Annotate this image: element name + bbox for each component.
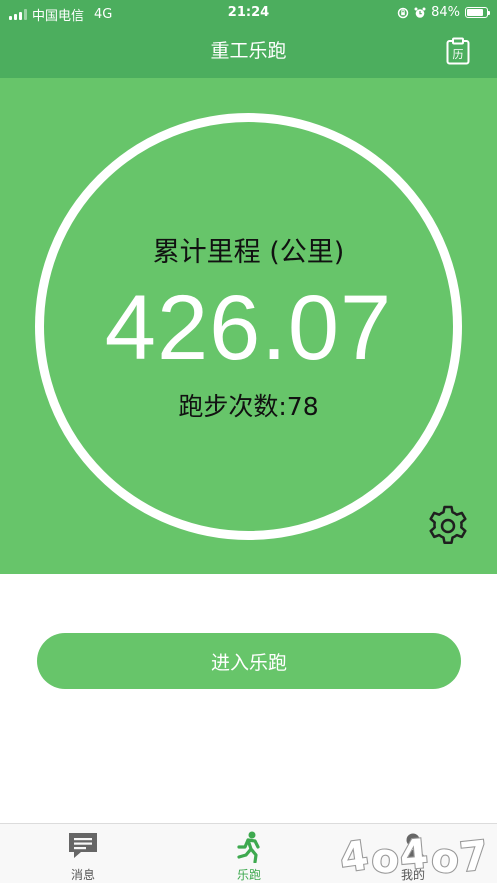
- total-distance-value: 426.07: [104, 277, 393, 379]
- svg-text:o: o: [369, 835, 401, 880]
- battery-percent: 84%: [431, 5, 460, 20]
- tab-messages[interactable]: 消息: [33, 824, 133, 883]
- tab-run[interactable]: 乐跑: [199, 824, 299, 883]
- tab-label: 乐跑: [236, 868, 261, 882]
- stats-panel: 累计里程 (公里) 426.07 跑步次数:78: [0, 78, 497, 574]
- svg-text:4: 4: [398, 831, 430, 879]
- orientation-lock-icon: [397, 7, 409, 18]
- svg-text:o: o: [429, 834, 463, 880]
- runner-icon: [237, 831, 260, 863]
- alarm-icon: [414, 7, 426, 18]
- status-right: 84%: [397, 5, 490, 20]
- enter-run-button[interactable]: 进入乐跑: [37, 633, 461, 689]
- total-distance-label: 累计里程 (公里): [152, 237, 345, 268]
- message-icon: [69, 833, 97, 858]
- svg-text:7: 7: [458, 833, 490, 880]
- history-button[interactable]: 历: [446, 37, 470, 65]
- gear-icon: [429, 505, 467, 545]
- page-title: 重工乐跑: [210, 40, 287, 62]
- nav-bar: 重工乐跑 历: [0, 26, 497, 78]
- watermark-logo: 4 o 4 o 7: [336, 830, 491, 880]
- settings-button[interactable]: [425, 503, 471, 549]
- battery-icon: [465, 7, 490, 18]
- svg-text:4: 4: [337, 833, 371, 880]
- status-bar: 中国电信 4G 21:24 84%: [0, 0, 497, 26]
- history-icon-glyph: 历: [453, 48, 464, 61]
- tab-label: 消息: [70, 868, 95, 882]
- run-count: 跑步次数:78: [178, 392, 319, 421]
- clipboard-history-icon: 历: [446, 37, 470, 65]
